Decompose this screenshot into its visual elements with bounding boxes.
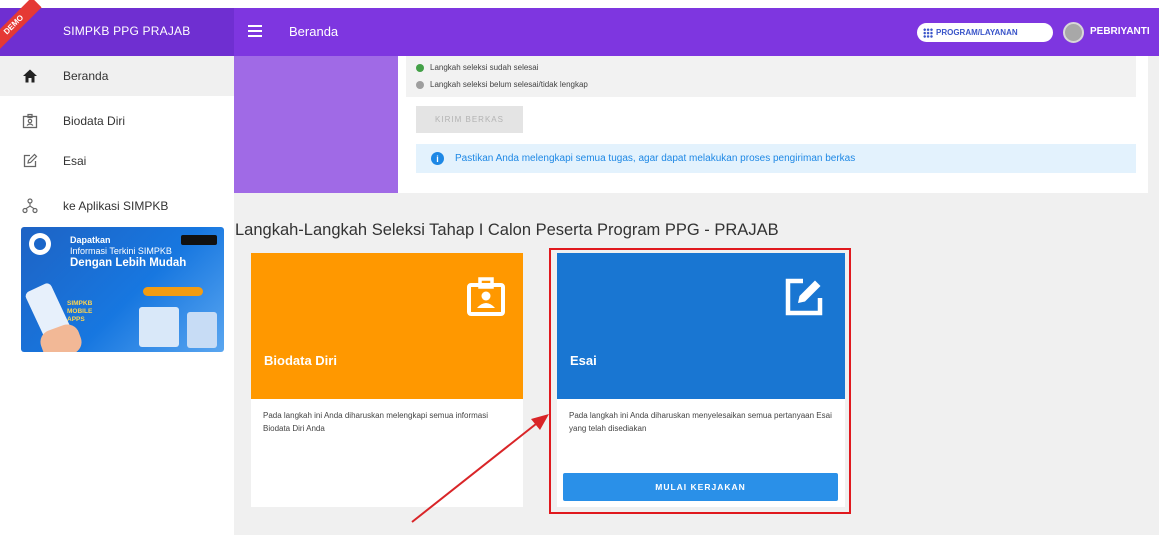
brand-title[interactable]: SIMPKB PPG PRAJAB <box>63 24 190 38</box>
status-legend: Langkah seleksi sudah selesai Langkah se… <box>406 56 1136 97</box>
step-card-title: Biodata Diri <box>264 353 337 368</box>
program-layanan-label: PROGRAM/LAYANAN <box>936 28 1018 37</box>
promo-line-2: Informasi Terkini SIMPKB <box>70 246 172 256</box>
minus-circle-icon <box>416 80 424 89</box>
legend-item-incomplete: Langkah seleksi belum selesai/tidak leng… <box>416 80 588 89</box>
promo-line-3: Dengan Lebih Mudah <box>70 257 187 269</box>
download-pill <box>143 287 203 296</box>
top-bar: Beranda PROGRAM/LAYANAN PEBRIYANTI <box>234 8 1159 56</box>
demo-badge: DEMO <box>0 0 42 53</box>
sidebar-item-label: ke Aplikasi SIMPKB <box>63 199 169 213</box>
info-alert-text: Pastikan Anda melengkapi semua tugas, ag… <box>455 153 856 164</box>
id-card-icon <box>22 113 38 129</box>
brand-bar: DEMO SIMPKB PPG PRAJAB <box>0 0 234 56</box>
status-card: Langkah seleksi sudah selesai Langkah se… <box>234 56 1148 193</box>
legend-text: Langkah seleksi belum selesai/tidak leng… <box>430 80 588 89</box>
promo-line-1: Dapatkan <box>70 235 111 245</box>
sidebar-item-biodata[interactable]: Biodata Diri <box>0 101 234 141</box>
check-circle-icon <box>416 63 424 72</box>
id-badge-icon <box>465 276 507 318</box>
page-title: Beranda <box>289 24 339 39</box>
simpkb-logo <box>29 233 51 255</box>
legend-item-complete: Langkah seleksi sudah selesai <box>416 63 539 72</box>
apps-grid-icon <box>923 27 933 38</box>
avatar[interactable] <box>1063 22 1084 43</box>
sidebar-item-esai[interactable]: Esai <box>0 141 234 181</box>
mobile-app-promo-banner[interactable]: Dapatkan Informasi Terkini SIMPKB Dengan… <box>21 227 224 352</box>
highlight-box-annotation <box>549 248 851 514</box>
step-card-description: Pada langkah ini Anda diharuskan melengk… <box>263 411 489 433</box>
sidebar: DEMO SIMPKB PPG PRAJAB Beranda Biodata D… <box>0 0 234 544</box>
sidebar-item-label: Biodata Diri <box>63 114 126 128</box>
info-icon: i <box>431 152 444 165</box>
app-screen-illustration <box>139 307 179 347</box>
section-heading: Langkah-Langkah Seleksi Tahap I Calon Pe… <box>235 221 779 239</box>
sidebar-item-label: Esai <box>63 154 87 168</box>
promo-apps-label: SIMPKB MOBILE APPS <box>67 300 93 323</box>
status-card-banner <box>234 56 398 193</box>
sidebar-item-simpkb[interactable]: ke Aplikasi SIMPKB <box>0 186 234 226</box>
kirim-berkas-button[interactable]: KIRIM BERKAS <box>416 106 523 133</box>
network-icon <box>22 198 38 214</box>
program-layanan-button[interactable]: PROGRAM/LAYANAN <box>917 23 1053 42</box>
legend-text: Langkah seleksi sudah selesai <box>430 63 539 72</box>
step-card-header: Biodata Diri <box>251 253 523 399</box>
edit-icon <box>22 153 38 169</box>
sidebar-item-beranda[interactable]: Beranda <box>0 56 234 96</box>
app-root: DEMO SIMPKB PPG PRAJAB Beranda Biodata D… <box>0 0 1159 544</box>
sidebar-item-label: Beranda <box>63 69 109 83</box>
hamburger-menu-icon[interactable] <box>248 25 262 39</box>
info-alert: i Pastikan Anda melengkapi semua tugas, … <box>416 144 1136 173</box>
app-screen-illustration <box>187 312 217 348</box>
google-play-badge <box>181 235 217 245</box>
home-icon <box>22 68 38 84</box>
step-card-biodata[interactable]: Biodata Diri Pada langkah ini Anda dihar… <box>251 253 523 507</box>
user-name[interactable]: PEBRIYANTI <box>1090 26 1150 37</box>
